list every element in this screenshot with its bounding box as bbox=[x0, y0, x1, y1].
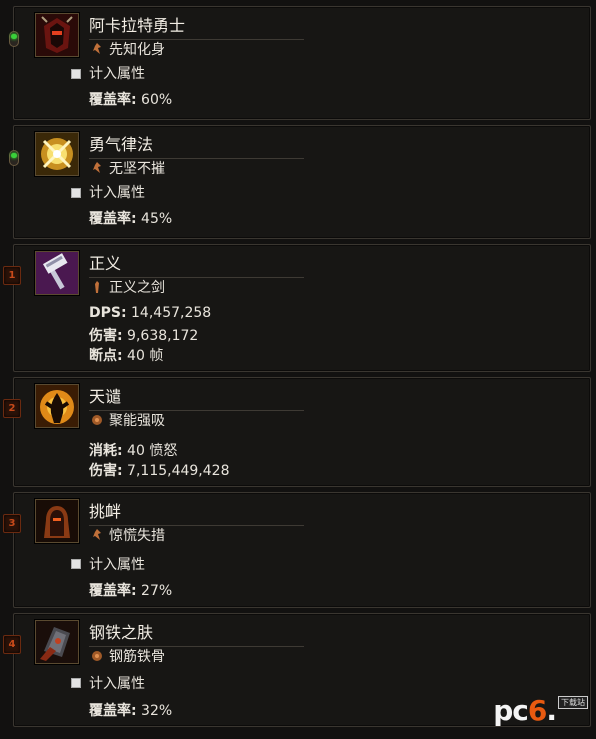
stat-label: 断点: bbox=[89, 348, 123, 364]
checkbox-label: 计入属性 bbox=[89, 185, 145, 201]
slot-number: 2 bbox=[3, 398, 21, 418]
slot-indicator: 2 bbox=[3, 398, 21, 418]
stat-label: 覆盖率: bbox=[89, 583, 137, 599]
rune-row: 惊慌失措 bbox=[91, 525, 165, 545]
stat-value: 9,638,172 bbox=[122, 328, 199, 344]
checkbox-label: 计入属性 bbox=[89, 66, 145, 82]
rune-name: 钢筋铁骨 bbox=[109, 649, 165, 665]
slot-number: 3 bbox=[3, 513, 21, 533]
skill-panel-akarat[interactable]: 阿卡拉特勇士 先知化身 计入属性 覆盖率: 60% bbox=[9, 6, 591, 120]
stat-breakpoint: 断点: 40 帧 bbox=[89, 345, 163, 365]
rune-name: 惊慌失措 bbox=[109, 528, 165, 544]
stat-damage: 伤害: 9,638,172 bbox=[89, 325, 198, 345]
stat-label: 覆盖率: bbox=[89, 92, 137, 108]
rune-icon bbox=[91, 528, 103, 542]
skill-panel-justice[interactable]: 1 正义 正义之剑 DPS: 14,457,258 伤害: 9,638,172 … bbox=[3, 244, 591, 372]
stat-value: 40 愤怒 bbox=[122, 443, 178, 459]
stat-value: 60% bbox=[136, 92, 173, 108]
stat-value: 7,115,449,428 bbox=[122, 463, 230, 479]
justice-hammer-icon[interactable] bbox=[35, 251, 79, 295]
count-stats-checkbox[interactable] bbox=[71, 188, 81, 198]
checkbox-label: 计入属性 bbox=[89, 557, 145, 573]
count-stats-checkbox[interactable] bbox=[71, 678, 81, 688]
stat-label: 消耗: bbox=[89, 443, 123, 459]
rune-name: 聚能强吸 bbox=[109, 413, 165, 429]
stat-coverage: 覆盖率: 45% bbox=[89, 208, 172, 228]
provoke-icon[interactable] bbox=[35, 499, 79, 543]
stat-value: 40 帧 bbox=[122, 348, 164, 364]
stat-label: 伤害: bbox=[89, 328, 123, 344]
count-stats-checkbox[interactable] bbox=[71, 69, 81, 79]
skill-panel-provoke[interactable]: 3 挑衅 惊慌失措 计入属性 覆盖率: 27% bbox=[3, 492, 591, 608]
rune-row: 聚能强吸 bbox=[91, 410, 165, 430]
stat-coverage: 覆盖率: 27% bbox=[89, 580, 172, 600]
iron-skin-icon[interactable] bbox=[35, 620, 79, 664]
skill-panel-condemn[interactable]: 2 天谴 聚能强吸 消耗: 40 愤怒 伤害: 7,115,449,428 bbox=[3, 377, 591, 487]
stat-cost: 消耗: 40 愤怒 bbox=[89, 440, 177, 460]
rune-name: 无坚不摧 bbox=[109, 161, 165, 177]
laws-of-valor-icon[interactable] bbox=[35, 132, 79, 176]
rune-name: 正义之剑 bbox=[109, 280, 165, 296]
slot-indicator: 4 bbox=[3, 634, 21, 654]
stat-value: 27% bbox=[136, 583, 173, 599]
stat-value: 32% bbox=[136, 703, 173, 719]
stat-label: 伤害: bbox=[89, 463, 123, 479]
watermark-sub: 下载站 bbox=[558, 696, 588, 709]
skill-name: 阿卡拉特勇士 bbox=[89, 12, 304, 40]
stat-label: 覆盖率: bbox=[89, 703, 137, 719]
stat-coverage: 覆盖率: 32% bbox=[89, 700, 172, 720]
rune-row: 钢筋铁骨 bbox=[91, 646, 165, 666]
watermark-logo: pc6. 下载站 bbox=[493, 694, 588, 727]
skill-name: 天谴 bbox=[89, 383, 304, 411]
akarat-champion-icon[interactable] bbox=[35, 13, 79, 57]
rune-icon bbox=[91, 161, 103, 175]
rune-row: 正义之剑 bbox=[91, 277, 165, 297]
gem-indicator bbox=[5, 148, 23, 168]
condemn-icon[interactable] bbox=[35, 384, 79, 428]
rune-row: 先知化身 bbox=[91, 39, 165, 59]
rune-icon bbox=[91, 280, 103, 294]
skill-name: 钢铁之肤 bbox=[89, 619, 304, 647]
checkbox-label: 计入属性 bbox=[89, 676, 145, 692]
count-stats-checkbox[interactable] bbox=[71, 559, 81, 569]
stat-value: 45% bbox=[136, 211, 173, 227]
stat-label: 覆盖率: bbox=[89, 211, 137, 227]
slot-indicator: 3 bbox=[3, 513, 21, 533]
rune-name: 先知化身 bbox=[109, 42, 165, 58]
rune-icon bbox=[91, 42, 103, 56]
skill-name: 挑衅 bbox=[89, 498, 304, 526]
rune-icon bbox=[91, 649, 103, 663]
skill-name: 勇气律法 bbox=[89, 131, 304, 159]
skill-panel-laws-of-valor[interactable]: 勇气律法 无坚不摧 计入属性 覆盖率: 45% bbox=[9, 125, 591, 239]
gem-indicator bbox=[5, 29, 23, 49]
slot-number: 1 bbox=[3, 265, 21, 285]
rune-row: 无坚不摧 bbox=[91, 158, 165, 178]
slot-number: 4 bbox=[3, 634, 21, 654]
stat-dps: DPS: 14,457,258 bbox=[89, 305, 211, 321]
skill-name: 正义 bbox=[89, 250, 304, 278]
watermark-text: pc6. bbox=[493, 694, 557, 727]
stat-damage: 伤害: 7,115,449,428 bbox=[89, 460, 229, 480]
slot-indicator: 1 bbox=[3, 265, 21, 285]
rune-icon bbox=[91, 413, 103, 427]
stat-coverage: 覆盖率: 60% bbox=[89, 89, 172, 109]
stat-value: 14,457,258 bbox=[126, 305, 212, 321]
stat-label: DPS: bbox=[89, 305, 127, 321]
